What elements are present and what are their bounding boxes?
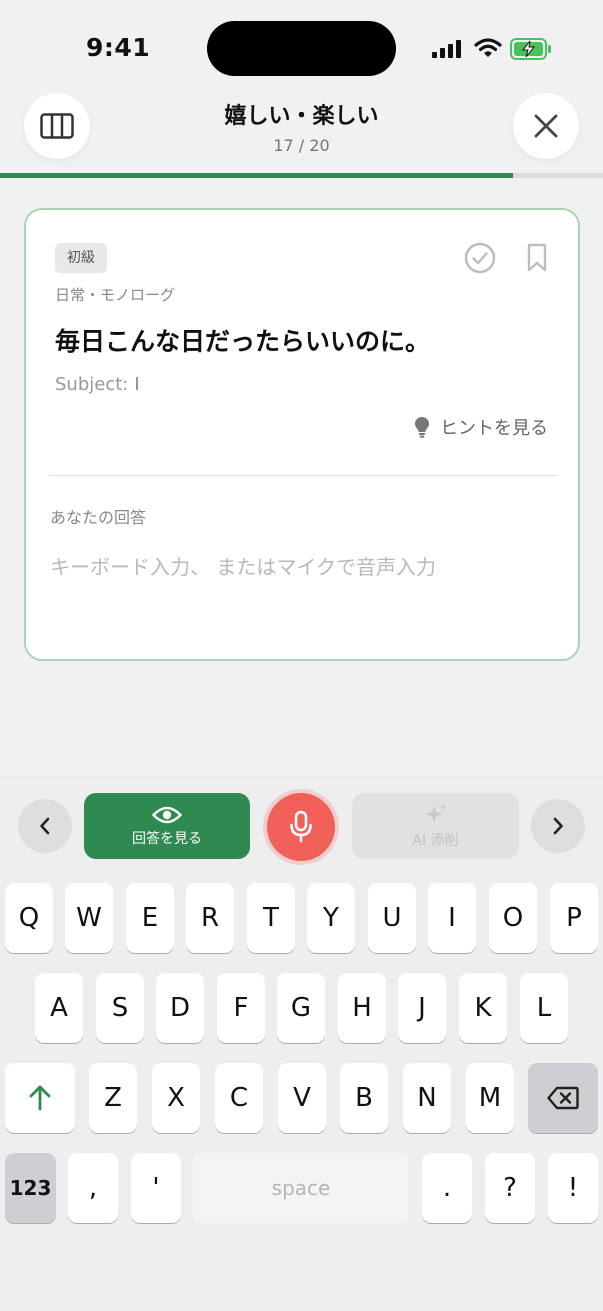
key-v[interactable]: V	[278, 1063, 326, 1133]
chevron-left-icon	[40, 817, 50, 835]
key-m[interactable]: M	[466, 1063, 514, 1133]
check-circle-icon[interactable]	[464, 242, 496, 274]
question-key[interactable]: ?	[485, 1153, 535, 1223]
key-a[interactable]: A	[35, 973, 83, 1043]
key-y[interactable]: Y	[307, 883, 355, 953]
answer-label: あなたの回答	[50, 508, 147, 527]
progress-counter: 17 / 20	[273, 136, 330, 155]
ai-correction-label: AI 添削	[412, 832, 459, 849]
ai-correction-button[interactable]: AI 添削	[352, 793, 519, 859]
subject-row: Subject: I	[55, 374, 140, 395]
close-icon	[534, 114, 558, 138]
key-r[interactable]: R	[186, 883, 234, 953]
keyboard: Q W E R T Y U I O P A S D F G H J K L Z …	[0, 872, 603, 1311]
backspace-icon	[547, 1086, 579, 1110]
signal-icon	[432, 40, 461, 58]
apostrophe-key[interactable]: '	[131, 1153, 181, 1223]
shift-key[interactable]	[5, 1063, 75, 1133]
key-f[interactable]: F	[217, 973, 265, 1043]
space-key[interactable]: space	[193, 1153, 409, 1223]
question-card: 初級 日常・モノローグ 毎日こんな日だったらいいのに。 Subject: I ヒン…	[24, 208, 580, 661]
microphone-icon	[290, 810, 312, 843]
key-j[interactable]: J	[398, 973, 446, 1043]
bookmark-icon[interactable]	[526, 243, 548, 273]
dynamic-island	[207, 21, 396, 76]
exclamation-key[interactable]: !	[548, 1153, 598, 1223]
period-key[interactable]: .	[422, 1153, 472, 1223]
numbers-key[interactable]: 123	[5, 1153, 56, 1223]
key-h[interactable]: H	[338, 973, 386, 1043]
microphone-button[interactable]	[267, 793, 335, 861]
status-icons	[432, 36, 552, 62]
show-hint-label: ヒントを見る	[440, 418, 548, 439]
status-time: 9:41	[86, 33, 151, 62]
key-e[interactable]: E	[126, 883, 174, 953]
status-bar: 9:41	[0, 0, 603, 92]
key-w[interactable]: W	[65, 883, 113, 953]
eye-icon	[152, 806, 182, 823]
answer-input[interactable]	[50, 547, 550, 587]
subject-label: Subject:	[55, 374, 129, 395]
key-g[interactable]: G	[277, 973, 325, 1043]
key-b[interactable]: B	[340, 1063, 388, 1133]
key-c[interactable]: C	[215, 1063, 263, 1133]
sparkle-icon	[424, 803, 446, 823]
prompt-sentence: 毎日こんな日だったらいいのに。	[55, 327, 431, 356]
delete-key[interactable]	[528, 1063, 598, 1133]
battery-charging-icon	[510, 38, 551, 60]
wifi-icon	[474, 38, 502, 57]
key-k[interactable]: K	[459, 973, 507, 1043]
shift-arrow-icon	[29, 1085, 51, 1111]
level-badge: 初級	[55, 243, 107, 273]
key-q[interactable]: Q	[5, 883, 53, 953]
show-answer-button[interactable]: 回答を見る	[84, 793, 250, 859]
key-n[interactable]: N	[403, 1063, 451, 1133]
header: 嬉しい・楽しい 17 / 20	[0, 92, 603, 174]
key-p[interactable]: P	[550, 883, 598, 953]
category-label: 日常・モノローグ	[55, 286, 176, 304]
key-o[interactable]: O	[489, 883, 537, 953]
progress-bar	[0, 173, 603, 178]
comma-key[interactable]: ,	[68, 1153, 118, 1223]
key-l[interactable]: L	[520, 973, 568, 1043]
key-d[interactable]: D	[156, 973, 204, 1043]
key-s[interactable]: S	[96, 973, 144, 1043]
close-button[interactable]	[513, 93, 579, 159]
key-x[interactable]: X	[152, 1063, 200, 1133]
progress-bar-fill	[0, 173, 513, 178]
lightbulb-icon	[415, 417, 429, 438]
key-z[interactable]: Z	[89, 1063, 137, 1133]
chevron-right-icon	[553, 817, 563, 835]
show-hint-button[interactable]: ヒントを見る	[414, 414, 548, 440]
next-button[interactable]	[531, 799, 585, 853]
show-answer-label: 回答を見る	[132, 830, 202, 847]
card-divider	[49, 475, 557, 476]
key-i[interactable]: I	[428, 883, 476, 953]
key-u[interactable]: U	[368, 883, 416, 953]
answer-toolbar: 回答を見る AI 添削	[0, 776, 603, 872]
key-t[interactable]: T	[247, 883, 295, 953]
previous-button[interactable]	[18, 799, 72, 853]
subject-value: I	[134, 374, 140, 395]
